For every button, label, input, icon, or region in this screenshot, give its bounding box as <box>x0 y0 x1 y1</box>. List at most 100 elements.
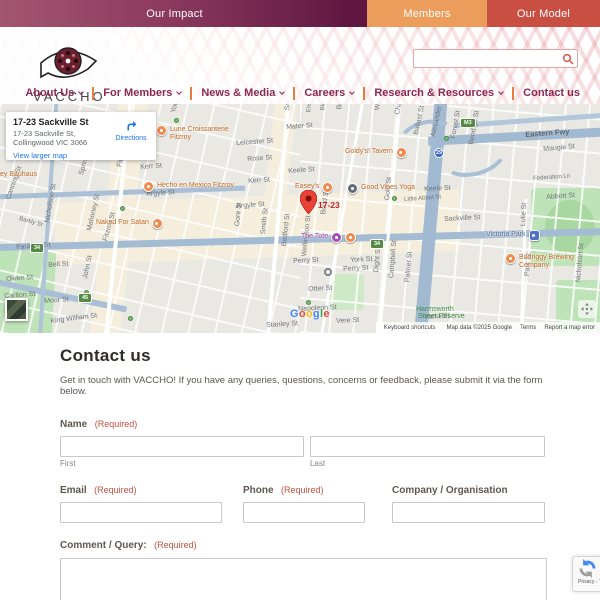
last-name-input[interactable] <box>309 436 545 457</box>
topbar-our-model[interactable]: Our Model <box>487 0 600 27</box>
map-poi[interactable]: Victoria Park <box>486 230 540 241</box>
required-label: (Required) <box>94 419 138 429</box>
map-poi[interactable]: ey Bauhaus <box>0 170 37 179</box>
transit-stop-icon <box>306 300 311 305</box>
report-map-error-link[interactable]: Report a map error <box>544 325 595 331</box>
street-label: Keele St <box>424 184 451 193</box>
chevron-down-icon <box>176 89 183 95</box>
street-label: Bell St <box>48 260 69 269</box>
poi-label: ey Bauhaus <box>0 171 37 178</box>
food-poi-icon <box>151 218 163 229</box>
first-sublabel: First <box>60 459 76 468</box>
map-attribution: Keyboard shortcuts Map data ©2025 Google… <box>375 322 600 333</box>
topbar-label: Our Model <box>516 7 571 20</box>
vaccho-logo-icon <box>40 47 98 79</box>
map-poi[interactable]: Naked For Satan <box>96 218 163 229</box>
transit-stop-icon <box>392 196 397 201</box>
map-poi[interactable]: The Tote <box>301 232 357 243</box>
nav-label: Careers <box>304 87 346 99</box>
google-logo-letter: e <box>323 308 330 320</box>
google-logo-letter: G <box>290 308 299 320</box>
google-logo[interactable]: Google <box>290 308 330 320</box>
required-label: (Required) <box>281 485 324 495</box>
nav-label: News & Media <box>201 87 276 99</box>
site-header: VACCHO About Us For Members News & Media… <box>0 27 600 104</box>
nav-about-us[interactable]: About Us <box>25 87 85 99</box>
station-poi-icon <box>528 230 540 241</box>
satellite-toggle[interactable] <box>5 298 28 321</box>
map-poi[interactable]: Bodriggy Brewing Company <box>505 253 574 270</box>
map-poi[interactable]: Hecho en Mexico Fitzroy <box>143 181 234 192</box>
email-label: Email <box>60 485 87 496</box>
terms-link[interactable]: Terms <box>520 325 536 331</box>
recaptcha-badge[interactable]: Privacy - Terms <box>572 556 600 592</box>
map-roundabout-marker <box>324 268 332 276</box>
poi-label: Hecho en Mexico Fitzroy <box>157 182 235 189</box>
poi-label: Bodriggy Brewing Company <box>519 254 574 270</box>
route-shield: 45 <box>78 293 93 303</box>
nav-label: About Us <box>25 87 75 99</box>
main-nav: About Us For Members News & Media Career… <box>25 83 580 103</box>
map-pin[interactable] <box>299 189 318 219</box>
map-poi[interactable]: Good Vibes Yoga <box>347 183 415 194</box>
transit-stop-icon <box>120 206 125 211</box>
transit-stop-icon <box>174 118 179 123</box>
phone-input[interactable] <box>243 502 365 523</box>
poi-label: Naked For Satan <box>96 219 149 226</box>
nav-separator <box>512 86 515 100</box>
search-icon[interactable] <box>559 53 577 65</box>
bar-poi-icon <box>395 147 407 158</box>
street-label: Vere St <box>336 316 360 325</box>
company-field-group: Company / Organisation <box>392 480 545 523</box>
food-poi-icon <box>156 125 167 136</box>
comment-textarea[interactable] <box>60 558 547 600</box>
top-utility-bar: Our Impact Members Our Model <box>0 0 600 27</box>
name-label: Name <box>60 419 88 430</box>
google-map[interactable]: YoungSmith StEmmaBlancheBudd StWellingto… <box>0 104 600 333</box>
nav-separator <box>363 86 366 100</box>
comment-field-group: Comment / Query: (Required) <box>60 535 547 600</box>
last-sublabel: Last <box>309 459 326 468</box>
topbar-our-impact[interactable]: Our Impact <box>0 0 367 27</box>
map-poi[interactable]: Goldy's! Tavern <box>345 147 407 158</box>
view-larger-map-link[interactable]: View larger map <box>13 151 149 160</box>
google-logo-letter: o <box>305 308 313 320</box>
nav-careers[interactable]: Careers <box>304 87 356 99</box>
yoga-poi-icon <box>347 183 358 194</box>
intro-text: Get in touch with VACCHO! If you have an… <box>60 375 543 397</box>
nav-separator <box>293 86 296 100</box>
topbar-members[interactable]: Members <box>367 0 487 27</box>
chevron-down-icon <box>279 89 286 95</box>
map-data-label: Map data ©2025 Google <box>446 324 512 331</box>
nav-contact-us[interactable]: Contact us <box>523 87 580 99</box>
nav-for-members[interactable]: For Members <box>103 87 183 99</box>
phone-field-group: Phone (Required) <box>243 480 365 523</box>
first-name-input[interactable] <box>60 436 304 457</box>
email-field-group: Email (Required) <box>60 480 222 523</box>
street-label: Harmsworth <box>416 306 454 313</box>
nav-news-media[interactable]: News & Media <box>201 87 286 99</box>
recaptcha-privacy-terms: Privacy - Terms <box>578 579 600 585</box>
company-input[interactable] <box>392 502 545 523</box>
required-label: (Required) <box>154 540 197 550</box>
street-label: Lulie St <box>520 202 529 227</box>
google-logo-letter: g <box>312 308 320 320</box>
chevron-down-icon <box>78 89 85 95</box>
email-input[interactable] <box>60 502 222 523</box>
transit-stop-icon <box>128 316 133 321</box>
keyboard-shortcuts-button[interactable]: Keyboard shortcuts <box>380 323 439 332</box>
search-box <box>413 49 578 68</box>
required-label: (Required) <box>94 485 137 495</box>
nav-research-resources[interactable]: Research & Resources <box>374 87 504 99</box>
directions-button[interactable]: Directions <box>112 119 150 142</box>
nav-label: Research & Resources <box>374 87 495 99</box>
food-poi-icon <box>322 182 334 193</box>
search-input[interactable] <box>414 51 559 66</box>
pan-control-icon[interactable] <box>578 300 596 318</box>
chevron-down-icon <box>498 89 504 95</box>
nav-separator <box>92 86 95 100</box>
route-shield: M3 <box>460 118 476 128</box>
route-shield: 34 <box>30 243 45 253</box>
name-field-group: Name (Required) First Last <box>60 414 545 468</box>
map-poi[interactable]: Lune Croissanterie Fitzroy <box>156 125 229 142</box>
